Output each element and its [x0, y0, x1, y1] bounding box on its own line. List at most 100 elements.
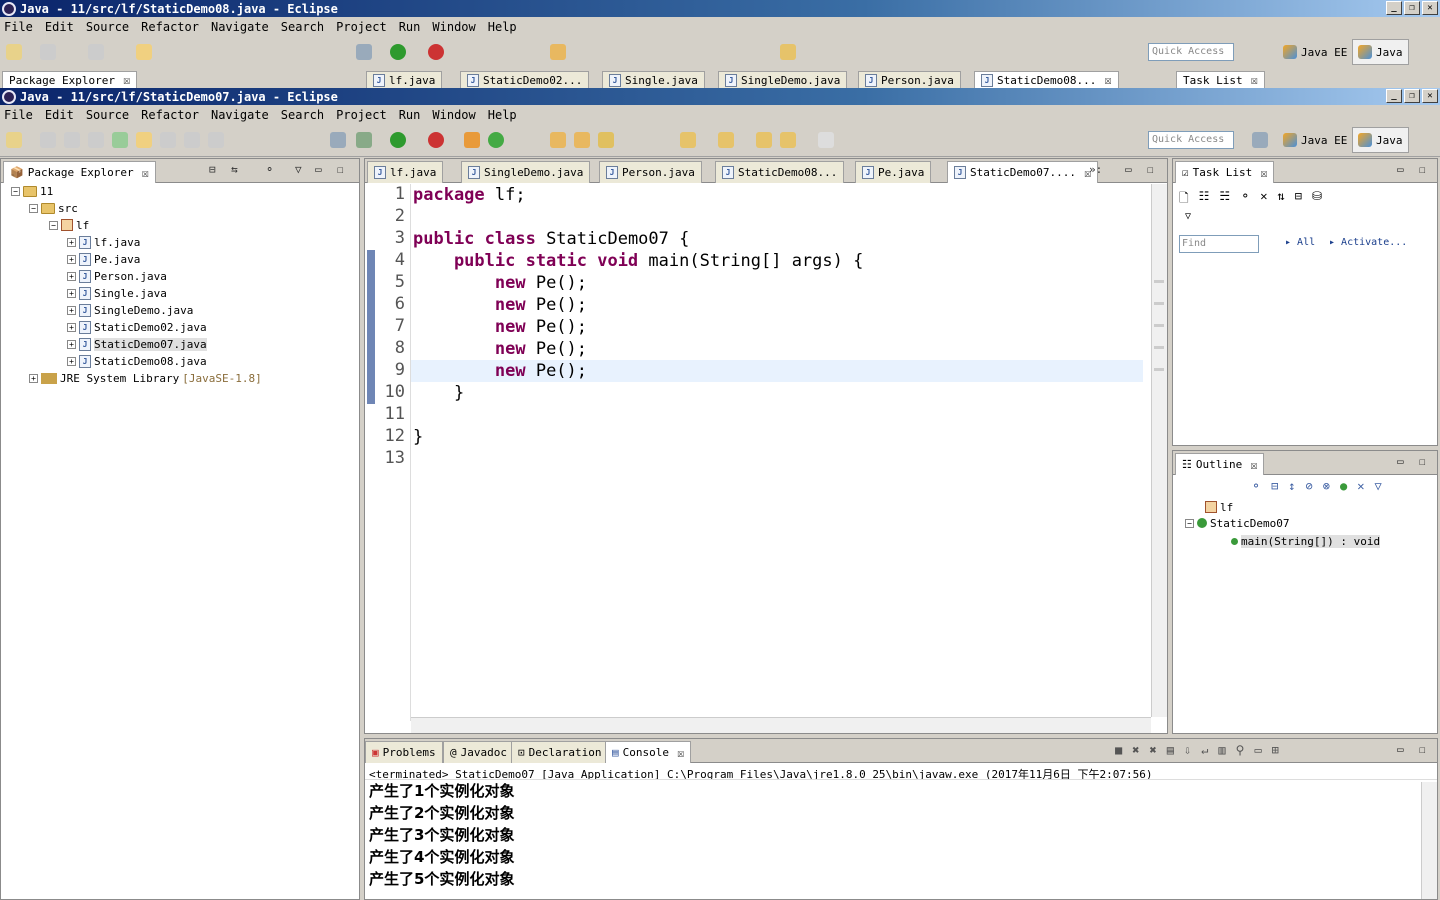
persp-javaee[interactable]: Java EE: [1278, 127, 1352, 153]
next-annotation-icon[interactable]: [680, 132, 696, 148]
print-icon[interactable]: [88, 44, 104, 60]
restore-button[interactable]: ❐: [1404, 1, 1420, 15]
menu-edit[interactable]: Edit: [45, 20, 74, 34]
collapse-all-icon[interactable]: ⊟: [209, 163, 216, 176]
debug-icon[interactable]: [356, 132, 372, 148]
collapse-icon[interactable]: −: [49, 220, 58, 230]
menu-search[interactable]: Search: [281, 20, 324, 34]
tree-src[interactable]: − src: [29, 200, 78, 216]
back-editor-tab[interactable]: J SingleDemo.java: [718, 71, 848, 88]
console-output[interactable]: <terminated> StaticDemo07 [Java Applicat…: [365, 764, 1437, 899]
tree-file[interactable]: + Jlf.java: [67, 234, 140, 250]
external-tools-icon[interactable]: [428, 132, 444, 148]
save-all-icon[interactable]: [64, 132, 80, 148]
menu-run[interactable]: Run: [399, 20, 421, 34]
new-class-icon[interactable]: [488, 132, 504, 148]
edit-icon[interactable]: [136, 44, 152, 60]
hide-local-types-icon[interactable]: ✕: [1357, 479, 1364, 493]
menu-refactor[interactable]: Refactor: [141, 108, 199, 122]
search-icon[interactable]: [598, 132, 614, 148]
task-find-input[interactable]: Find: [1179, 235, 1259, 253]
menu-edit[interactable]: Edit: [45, 108, 74, 122]
filter-icon[interactable]: ⚬: [1240, 189, 1250, 210]
view-menu-icon[interactable]: ▽: [1374, 479, 1381, 493]
back-editor-tab[interactable]: J StaticDemo02...: [460, 71, 590, 88]
focus-icon[interactable]: ⚬: [265, 163, 274, 176]
sort-icon[interactable]: ↕: [1288, 479, 1295, 493]
back-editor-tab[interactable]: J Single.java: [602, 71, 705, 88]
terminate-icon[interactable]: ■: [1115, 743, 1122, 757]
menu-source[interactable]: Source: [86, 20, 129, 34]
back-arrow-icon[interactable]: [780, 132, 796, 148]
new-java-project-icon[interactable]: [464, 132, 480, 148]
word-wrap-icon[interactable]: ↵: [1201, 743, 1208, 757]
console-scrollbar[interactable]: [1421, 782, 1437, 899]
maximize-view-icon[interactable]: ☐: [1419, 455, 1426, 468]
close-button[interactable]: ✕: [1422, 89, 1438, 103]
link-editor-icon[interactable]: ⇆: [231, 163, 238, 176]
toggle-icon[interactable]: [160, 132, 176, 148]
collapse-icon[interactable]: −: [11, 186, 20, 196]
block-select-icon[interactable]: [184, 132, 200, 148]
tree-file[interactable]: + J SingleDemo.java: [67, 302, 193, 318]
close-icon[interactable]: ☒: [1251, 73, 1258, 87]
editor-horizontal-scrollbar[interactable]: [411, 717, 1151, 733]
run-icon[interactable]: [390, 44, 406, 60]
tab-outline[interactable]: ☷ Outline ☒: [1175, 453, 1265, 475]
hide-fields-icon[interactable]: ⊘: [1306, 479, 1313, 493]
expand-icon[interactable]: +: [67, 288, 76, 298]
tree-package[interactable]: − lf: [49, 217, 89, 233]
collapse-all-icon[interactable]: ⊟: [1295, 189, 1302, 210]
menu-file[interactable]: File: [4, 20, 33, 34]
maximize-view-icon[interactable]: ☐: [1419, 163, 1426, 176]
save-icon[interactable]: [40, 132, 56, 148]
expand-icon[interactable]: +: [67, 254, 76, 264]
expand-icon[interactable]: +: [67, 322, 76, 332]
open-task-icon[interactable]: [574, 132, 590, 148]
tab-declaration[interactable]: ⊡ Declaration: [511, 741, 609, 763]
menu-help[interactable]: Help: [488, 20, 517, 34]
activate-link[interactable]: ▸ Activate...: [1329, 237, 1407, 248]
skip-breakpoints-icon[interactable]: [330, 132, 346, 148]
menu-help[interactable]: Help: [488, 108, 517, 122]
editor-tab[interactable]: Jlf.java: [367, 161, 444, 183]
menu-project[interactable]: Project: [336, 108, 387, 122]
expand-icon[interactable]: +: [67, 237, 76, 247]
show-on-output-icon[interactable]: ▥: [1218, 743, 1225, 757]
menu-refactor[interactable]: Refactor: [141, 20, 199, 34]
minimize-view-icon[interactable]: ▭: [1397, 455, 1404, 468]
view-menu-icon[interactable]: ▽: [1185, 211, 1191, 222]
scroll-lock-icon[interactable]: ⇩: [1184, 743, 1191, 757]
menu-run[interactable]: Run: [399, 108, 421, 122]
code-area[interactable]: 1 2 3 4 5 6 7 8 9 10 11 12 13 package lf…: [365, 184, 1167, 733]
back-tab-package-explorer[interactable]: Package Explorer ☒: [2, 71, 138, 88]
tree-file[interactable]: + J Pe.java: [67, 251, 140, 267]
close-icon[interactable]: ☒: [1104, 73, 1111, 87]
last-edit-icon[interactable]: [756, 132, 772, 148]
menu-window[interactable]: Window: [432, 108, 475, 122]
close-icon[interactable]: ☒: [1260, 166, 1267, 180]
expand-icon[interactable]: +: [67, 305, 76, 315]
minimize-view-icon[interactable]: ▭: [1397, 743, 1404, 756]
tab-problems[interactable]: ▣ Problems: [365, 741, 443, 763]
back-tab-task-list[interactable]: Task List ☒: [1176, 71, 1265, 88]
back-editor-tab-active[interactable]: J StaticDemo08... ☒: [974, 71, 1119, 88]
menu-navigate[interactable]: Navigate: [211, 20, 269, 34]
task-repository-icon[interactable]: ⛁: [1312, 189, 1322, 210]
minimize-view-icon[interactable]: ▭: [315, 163, 322, 176]
restore-button[interactable]: ❐: [1404, 89, 1420, 103]
whitespace-icon[interactable]: [208, 132, 224, 148]
back-persp-javaee[interactable]: Java EE: [1278, 39, 1352, 65]
menu-file[interactable]: File: [4, 108, 33, 122]
sync-icon[interactable]: ⇅: [1277, 189, 1284, 210]
open-console-icon[interactable]: ⊞: [1272, 743, 1279, 757]
back-editor-tab[interactable]: J Person.java: [858, 71, 961, 88]
open-type-icon[interactable]: [550, 44, 566, 60]
expand-icon[interactable]: +: [67, 356, 76, 366]
editor-vertical-scrollbar[interactable]: [1151, 184, 1167, 717]
menu-window[interactable]: Window: [432, 20, 475, 34]
collapse-icon[interactable]: −: [29, 203, 38, 213]
tree-file[interactable]: + J StaticDemo02.java: [67, 319, 207, 335]
pin-console-icon[interactable]: ⚲: [1236, 743, 1245, 757]
open-type-icon[interactable]: [550, 132, 566, 148]
